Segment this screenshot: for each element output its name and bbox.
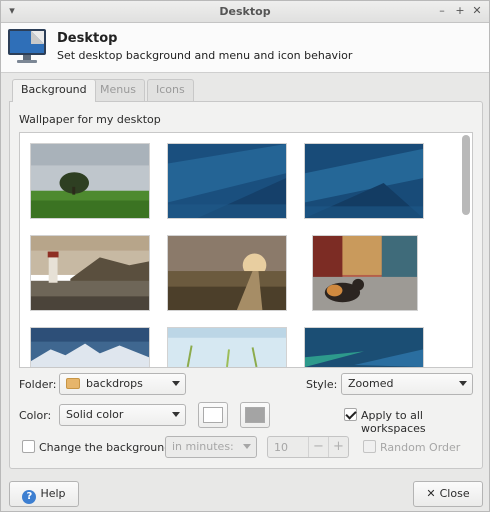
close-label: Close [439, 487, 470, 500]
style-value: Zoomed [348, 377, 394, 390]
apply-all-workspaces-checkbox[interactable] [344, 408, 357, 421]
help-icon: ? [22, 490, 37, 504]
gallery-scrollbar[interactable] [462, 135, 470, 365]
folder-select[interactable]: backdrops [59, 373, 186, 395]
interval-unit-value: in minutes: [172, 440, 234, 453]
wallpaper-gallery[interactable] [19, 132, 473, 368]
style-select[interactable]: Zoomed [341, 373, 473, 395]
color-style-value: Solid color [66, 408, 124, 421]
close-button[interactable]: ✕ Close [413, 481, 483, 507]
header-title: Desktop [57, 31, 118, 46]
title-bar: ▾ Desktop – + ✕ [1, 1, 489, 23]
help-button[interactable]: ? Help [9, 481, 79, 507]
primary-color-button[interactable] [198, 402, 228, 428]
chevron-down-icon [243, 444, 251, 449]
decrement-button[interactable]: − [308, 437, 328, 457]
change-background-checkbox[interactable] [22, 440, 35, 453]
interval-amount-value: 10 [274, 441, 288, 454]
chevron-down-icon [172, 412, 180, 417]
change-background-label[interactable]: Change the background [39, 441, 171, 454]
wallpaper-thumbnail-mountain-lake[interactable] [30, 327, 150, 367]
tab-menus[interactable]: Menus [91, 79, 145, 101]
apply-all-workspaces-label[interactable]: Apply to all workspaces [361, 409, 489, 435]
interval-amount-spinner[interactable]: 10 − + [267, 436, 349, 458]
wallpaper-label: Wallpaper for my desktop [19, 113, 161, 126]
wallpaper-thumbnail-sunset-boardwalk[interactable] [167, 235, 287, 311]
dialog-header: Desktop Set desktop background and menu … [1, 23, 489, 73]
wallpaper-thumbnail-cat-street[interactable] [312, 235, 418, 311]
primary-color-swatch [203, 407, 223, 423]
wallpaper-thumbnail-blue-aurora[interactable] [167, 143, 287, 219]
folder-value: backdrops [86, 377, 143, 390]
chevron-down-icon [459, 381, 467, 386]
wallpaper-thumbnail-blue-green-waves[interactable] [304, 327, 424, 367]
random-order-label: Random Order [380, 441, 461, 454]
chevron-down-icon [172, 381, 180, 386]
secondary-color-swatch [245, 407, 265, 423]
increment-button[interactable]: + [328, 437, 348, 457]
color-style-select[interactable]: Solid color [59, 404, 186, 426]
close-icon: ✕ [426, 487, 436, 500]
color-label: Color: [19, 409, 52, 422]
close-window-icon[interactable]: ✕ [470, 4, 484, 18]
tab-icons[interactable]: Icons [147, 79, 194, 101]
tab-background[interactable]: Background [12, 79, 96, 102]
maximize-icon[interactable]: + [453, 4, 467, 18]
style-label: Style: [306, 378, 338, 391]
folder-icon [66, 378, 80, 389]
header-subtitle: Set desktop background and menu and icon… [57, 49, 353, 62]
wallpaper-thumbnail-grass-sky[interactable] [167, 327, 287, 367]
wallpaper-thumbnail-tree-field[interactable] [30, 143, 150, 219]
window-title: Desktop [219, 5, 271, 18]
gallery-scrollbar-thumb[interactable] [462, 135, 470, 215]
desktop-monitor-icon [8, 29, 46, 63]
wallpaper-thumbnail-blue-aurora-2[interactable] [304, 143, 424, 219]
folder-label: Folder: [19, 378, 57, 391]
help-label: Help [40, 487, 66, 500]
secondary-color-button[interactable] [240, 402, 270, 428]
wallpaper-thumbnail-lighthouse-coast[interactable] [30, 235, 150, 311]
desktop-settings-window: ▾ Desktop – + ✕ Desktop Set desktop back… [0, 0, 490, 512]
random-order-checkbox[interactable] [363, 440, 376, 453]
minimize-icon[interactable]: – [435, 4, 449, 18]
interval-unit-select[interactable]: in minutes: [165, 436, 257, 458]
